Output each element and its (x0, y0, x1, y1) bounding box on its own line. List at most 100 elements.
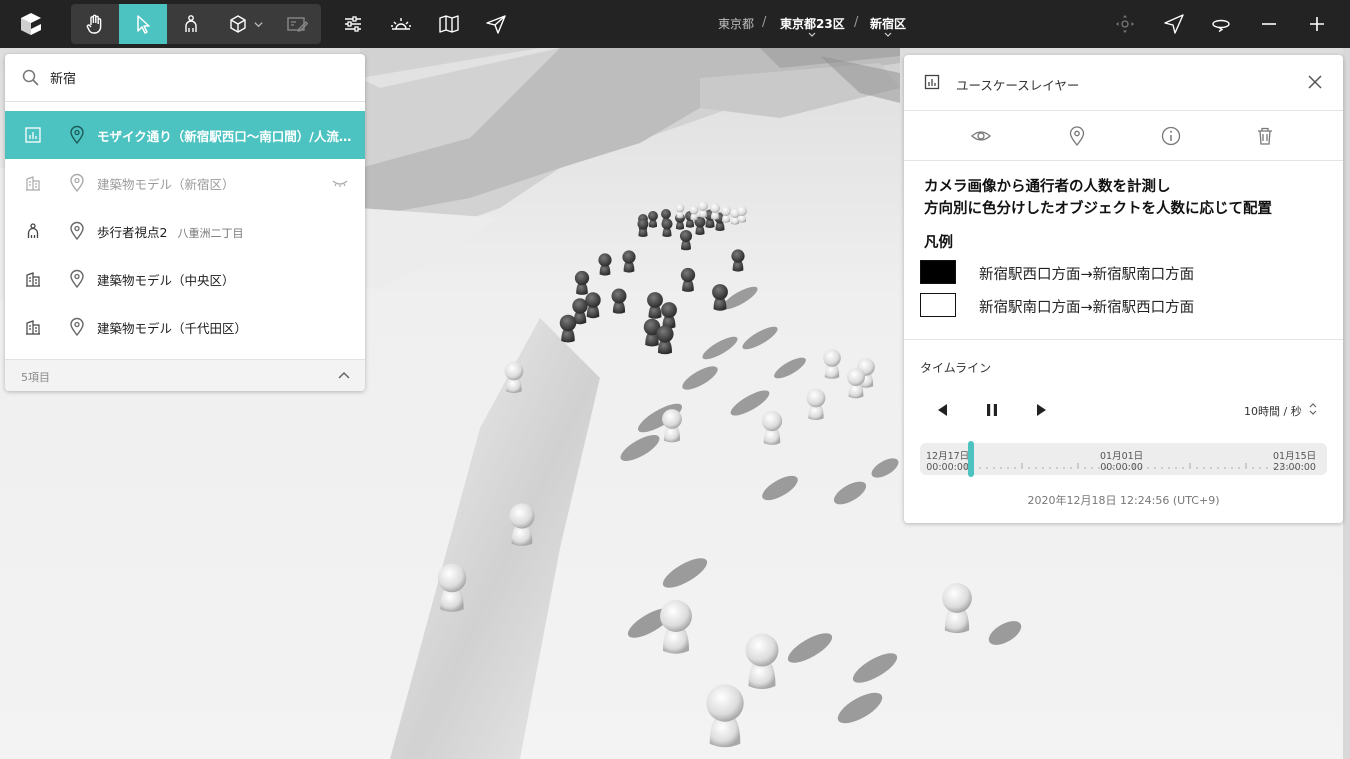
usecase-chart-icon (924, 74, 940, 90)
location-pin-icon[interactable] (68, 269, 86, 289)
minus-icon (1262, 23, 1276, 25)
select-tool-button[interactable] (119, 4, 167, 44)
pedestrian-object (675, 203, 685, 219)
timeline-title: タイムライン (920, 361, 992, 375)
timeline-slider[interactable]: 12月17日 00:00:00 01月01日 00:00:00 01月15日 2… (920, 441, 1327, 477)
pedestrian-object (504, 361, 524, 394)
building-icon (26, 272, 40, 287)
object-shadow (871, 458, 899, 478)
sunrise-icon (391, 18, 411, 30)
pedestrian-icon (185, 15, 197, 32)
eye-closed-icon[interactable] (332, 178, 348, 188)
search-results-footer: 5項目 (5, 359, 365, 391)
pedestrian-object (706, 684, 744, 748)
object-shadow (852, 653, 898, 683)
search-result-building-chiyoda[interactable]: 建築物モデル（千代田区） (5, 303, 365, 351)
location-pin-icon[interactable] (1066, 125, 1088, 147)
pedestrian-object (942, 583, 972, 634)
search-result-building-chuo[interactable]: 建築物モデル（中央区） (5, 255, 365, 303)
panel-title: ユースケースレイヤー (956, 78, 1080, 93)
tick-date: 01月15日 (1273, 451, 1317, 462)
hand-icon (86, 14, 102, 34)
up-down-chevron-icon[interactable] (1309, 401, 1317, 417)
breadcrumb-ward-group[interactable]: 東京都23区 (780, 15, 845, 37)
object-shadow (833, 481, 867, 505)
move-control-button[interactable] (1113, 12, 1137, 36)
location-pin-icon[interactable] (68, 221, 86, 241)
playback-speed[interactable]: 10時間 / 秒 (1244, 403, 1302, 419)
panel-divider (904, 339, 1343, 340)
object-shadow (774, 357, 806, 379)
settings-sliders-button[interactable] (341, 12, 365, 36)
eye-icon[interactable] (970, 125, 992, 147)
tick-date: 12月17日 (926, 451, 970, 462)
legend-item-south-to-west: 新宿駅南口方面→新宿駅西口方面 (920, 293, 1330, 319)
zoom-out-button[interactable] (1257, 12, 1281, 36)
result-count: 5項目 (21, 371, 50, 384)
object-shadow (742, 326, 778, 350)
search-result-pedestrian-view[interactable]: 歩行者視点2 八重洲二丁目 (5, 207, 365, 255)
search-result-building-shinjuku[interactable]: 建築物モデル（新宿区） (5, 159, 365, 207)
pedestrian-object (680, 267, 696, 292)
pedestrian-object (637, 218, 649, 237)
breadcrumb-separator: / (854, 15, 859, 30)
timeline-tick-end: 01月15日 23:00:00 (1273, 451, 1316, 473)
hand-tool-button[interactable] (71, 4, 119, 44)
legend-item-west-to-south: 新宿駅西口方面→新宿駅南口方面 (920, 260, 1330, 286)
breadcrumb-ward-label: 新宿区 (870, 17, 907, 31)
app-logo-icon[interactable] (18, 11, 44, 37)
pedestrian-object (437, 563, 467, 612)
breadcrumb-prefecture[interactable]: 東京都 (718, 15, 754, 32)
pedestrian-tool-button[interactable] (167, 4, 215, 44)
search-result-label: 歩行者視点2 八重洲二丁目 (97, 222, 243, 241)
paper-plane-icon (486, 15, 506, 34)
pedestrian-object (661, 302, 677, 329)
building-icon (26, 320, 40, 335)
pedestrian-object (712, 284, 728, 311)
map-icon (439, 15, 459, 33)
close-icon[interactable] (1307, 74, 1323, 90)
primitive-tool-button[interactable] (215, 4, 271, 44)
zoom-in-button[interactable] (1305, 12, 1329, 36)
usecase-layer-panel: ユースケースレイヤー カメラ画像から通行者の人数を計測し 方向別に色分けしたオブ… (904, 55, 1343, 523)
pedestrian-object (647, 292, 663, 319)
pedestrian-object (611, 288, 627, 314)
object-shadow (682, 366, 718, 390)
chevron-down-icon (254, 22, 263, 28)
legend-label: 新宿駅南口方面→新宿駅西口方面 (979, 300, 1195, 316)
sketch-tool-button[interactable] (273, 4, 321, 44)
object-shadow (762, 475, 798, 501)
sun-horizon-button[interactable] (389, 12, 413, 36)
usecase-chart-icon (25, 127, 41, 143)
breadcrumb-separator: / (762, 15, 767, 30)
move-arrows-icon (1116, 15, 1134, 33)
location-pin-icon[interactable] (68, 317, 86, 337)
pedestrian-object (698, 201, 708, 218)
pause-button[interactable] (983, 401, 1001, 419)
object-shadow (702, 336, 738, 360)
trash-icon[interactable] (1254, 125, 1276, 147)
panel-header: ユースケースレイヤー (904, 55, 1343, 111)
search-input[interactable] (50, 64, 350, 90)
location-pin-icon[interactable] (68, 173, 86, 193)
share-send-button[interactable] (484, 12, 508, 36)
search-result-mosaic-street[interactable]: モザイク通り（新宿駅西口〜南口間）/人流データ (5, 111, 365, 159)
compass-direction-button[interactable] (1162, 12, 1186, 36)
legend-label: 新宿駅西口方面→新宿駅南口方面 (979, 267, 1195, 283)
search-result-label: 建築物モデル（千代田区） (97, 321, 248, 336)
breadcrumb-ward[interactable]: 新宿区 (870, 15, 907, 37)
timeline-handle[interactable] (968, 441, 975, 477)
play-forward-button[interactable] (1032, 401, 1050, 419)
info-icon[interactable] (1160, 125, 1182, 147)
pedestrian-object (662, 409, 682, 443)
pedestrian-object (823, 349, 841, 379)
legend-swatch-black (920, 260, 956, 284)
search-result-subtitle: 八重洲二丁目 (177, 227, 244, 240)
location-pin-icon[interactable] (68, 125, 86, 145)
building-icon (26, 176, 40, 191)
breadcrumb-ward-group-label: 東京都23区 (780, 17, 845, 31)
chevron-up-icon[interactable] (337, 370, 351, 380)
map-button[interactable] (437, 12, 461, 36)
play-backward-button[interactable] (934, 401, 952, 419)
rotate-view-button[interactable] (1209, 12, 1233, 36)
